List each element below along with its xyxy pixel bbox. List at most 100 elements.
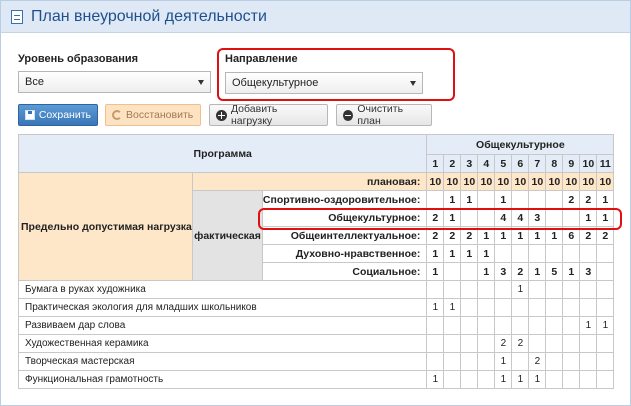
program-hours[interactable] (477, 334, 496, 353)
category-value: 4 (494, 208, 513, 227)
restore-button[interactable]: Восстановить (105, 104, 201, 126)
program-hours[interactable] (477, 352, 496, 371)
table-row[interactable]: Бумага в руках художника 1 (17, 280, 615, 299)
program-hours[interactable] (528, 280, 547, 299)
program-hours[interactable]: 1 (494, 370, 513, 389)
program-hours[interactable] (562, 298, 581, 317)
program-hours[interactable] (579, 352, 598, 371)
title-bar: План внеурочной деятельности (1, 1, 630, 33)
add-load-button[interactable]: Добавить нагрузку (209, 103, 328, 127)
program-hours[interactable] (494, 298, 513, 317)
category-value: 4 (511, 208, 530, 227)
table-row[interactable]: Художественная керамика 2 2 (17, 334, 615, 353)
category-value: 2 (426, 226, 445, 245)
program-hours[interactable] (545, 280, 564, 299)
column-header: 11 (596, 154, 615, 173)
program-name: Бумага в руках художника (17, 280, 428, 299)
level-select-value: Все (25, 76, 44, 88)
category-value: 3 (528, 208, 547, 227)
program-hours[interactable] (511, 316, 530, 335)
program-hours[interactable] (545, 370, 564, 389)
program-hours[interactable] (426, 316, 445, 335)
program-hours[interactable] (477, 370, 496, 389)
program-hours[interactable] (460, 280, 479, 299)
program-hours[interactable] (579, 280, 598, 299)
category-value: 1 (426, 244, 445, 263)
plan-window: { "window": { "title": "План внеурочной … (0, 0, 631, 406)
table-row[interactable]: Развиваем дар слова 1 1 (17, 316, 615, 335)
category-value: 1 (477, 262, 496, 281)
program-hours[interactable] (545, 352, 564, 371)
program-hours[interactable] (477, 316, 496, 335)
program-hours[interactable]: 1 (494, 352, 513, 371)
program-hours[interactable] (528, 316, 547, 335)
category-value (494, 244, 513, 263)
program-hours[interactable] (460, 370, 479, 389)
program-hours[interactable] (562, 352, 581, 371)
program-hours[interactable] (562, 280, 581, 299)
program-hours[interactable] (596, 280, 615, 299)
program-hours[interactable] (528, 298, 547, 317)
program-hours[interactable]: 2 (494, 334, 513, 353)
category-value: 2 (579, 190, 598, 209)
program-hours[interactable] (460, 316, 479, 335)
program-hours[interactable]: 1 (528, 370, 547, 389)
program-hours[interactable] (545, 334, 564, 353)
program-hours[interactable]: 1 (443, 298, 462, 317)
program-hours[interactable] (596, 334, 615, 353)
program-hours[interactable] (596, 298, 615, 317)
program-hours[interactable] (477, 298, 496, 317)
category-value (545, 244, 564, 263)
program-hours[interactable]: 2 (528, 352, 547, 371)
category-value: 6 (562, 226, 581, 245)
program-hours[interactable] (460, 352, 479, 371)
program-hours[interactable] (443, 352, 462, 371)
category-value: 2 (511, 262, 530, 281)
category-value (511, 190, 530, 209)
program-hours[interactable] (579, 298, 598, 317)
program-hours[interactable] (494, 316, 513, 335)
program-hours[interactable]: 1 (596, 316, 615, 335)
table-row[interactable]: Творческая мастерская 1 2 (17, 352, 615, 371)
category-value: 1 (460, 244, 479, 263)
program-hours[interactable] (562, 334, 581, 353)
category-value (477, 190, 496, 209)
program-hours[interactable] (511, 352, 530, 371)
level-select[interactable]: Все (18, 71, 211, 93)
program-hours[interactable] (545, 298, 564, 317)
program-hours[interactable] (460, 334, 479, 353)
program-hours[interactable] (528, 334, 547, 353)
direction-header: Общекультурное (426, 134, 615, 155)
planned-value: 10 (460, 172, 479, 191)
program-hours[interactable] (562, 370, 581, 389)
category-value: 5 (545, 262, 564, 281)
program-hours[interactable] (494, 280, 513, 299)
program-hours[interactable] (562, 316, 581, 335)
program-hours[interactable] (443, 370, 462, 389)
program-hours[interactable]: 1 (511, 370, 530, 389)
program-hours[interactable] (596, 370, 615, 389)
table-row[interactable]: Практическая экология для младших школьн… (17, 298, 615, 317)
program-hours[interactable]: 2 (511, 334, 530, 353)
program-hours[interactable] (579, 370, 598, 389)
save-button[interactable]: Сохранить (18, 104, 98, 126)
program-hours[interactable] (545, 316, 564, 335)
program-hours[interactable] (477, 280, 496, 299)
table-row[interactable]: Функциональная грамотность 1 1 1 1 (17, 370, 615, 389)
clear-plan-button[interactable]: Очистить план (336, 103, 432, 127)
program-hours[interactable] (426, 352, 445, 371)
program-hours[interactable]: 1 (426, 298, 445, 317)
program-hours[interactable] (426, 334, 445, 353)
program-hours[interactable] (443, 334, 462, 353)
actual-label: фактическая (191, 190, 263, 281)
program-hours[interactable]: 1 (426, 370, 445, 389)
program-hours[interactable] (511, 298, 530, 317)
program-hours[interactable] (596, 352, 615, 371)
program-hours[interactable] (426, 280, 445, 299)
program-hours[interactable]: 1 (511, 280, 530, 299)
program-hours[interactable] (460, 298, 479, 317)
program-hours[interactable] (443, 280, 462, 299)
program-hours[interactable] (579, 334, 598, 353)
program-hours[interactable]: 1 (579, 316, 598, 335)
program-hours[interactable] (443, 316, 462, 335)
